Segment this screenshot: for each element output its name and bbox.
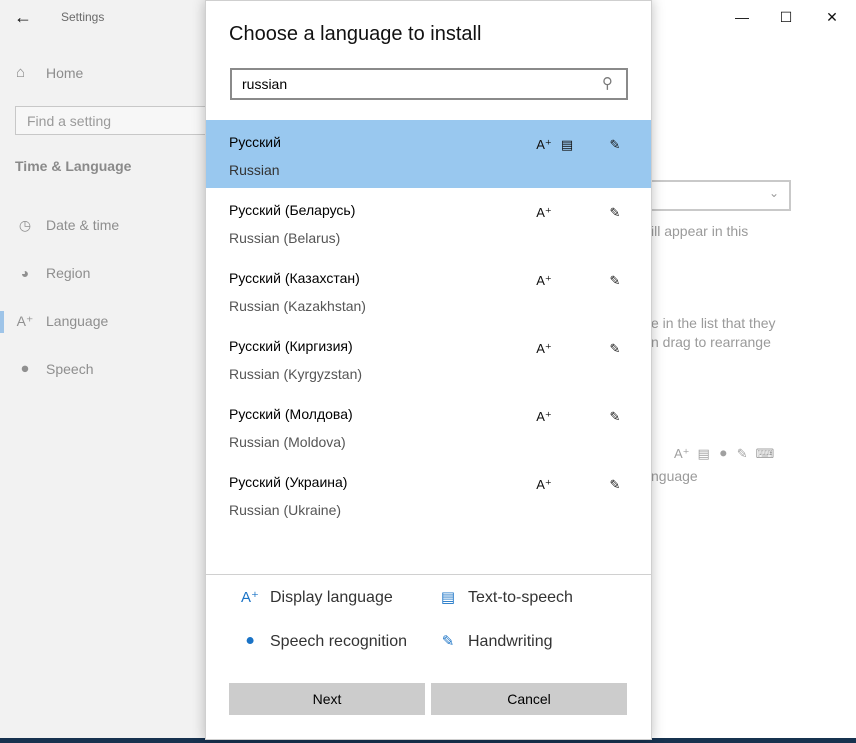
language-search-input[interactable]: russian ⚲ — [230, 68, 628, 100]
pen-icon: ✎ — [736, 446, 748, 461]
background-feature-icons: A⁺ ▤ ⚫ ✎ ⌨ — [674, 446, 774, 462]
language-results-list: Русский Russian A⁺ ▤ ✎ Русский (Беларусь… — [206, 120, 651, 528]
sidebar-item-date-time[interactable]: ◷ Date & time — [16, 216, 119, 234]
legend-speech-recognition: ⚫ Speech recognition — [241, 633, 407, 651]
monitor-icon: ▤ — [697, 446, 710, 461]
legend-display-language: A⁺ Display language — [241, 589, 393, 607]
english-name: Russian (Belarus) — [229, 230, 341, 246]
background-text: ill appear in this — [651, 223, 749, 239]
legend-text-to-speech: ▤ Text-to-speech — [439, 589, 573, 607]
microphone-icon: ⚫ — [19, 361, 31, 377]
background-text: n drag to rearrange — [651, 334, 771, 350]
legend-label: Display language — [270, 589, 393, 606]
english-name: Russian (Moldova) — [229, 434, 346, 450]
handwriting-icon: ✎ — [609, 409, 621, 424]
next-button[interactable]: Next — [229, 683, 425, 715]
list-item[interactable]: Русский (Молдова) Russian (Moldova) A⁺ ✎ — [206, 392, 651, 460]
choose-language-dialog: Choose a language to install russian ⚲ Р… — [205, 0, 652, 740]
list-item[interactable]: Русский (Казахстан) Russian (Kazakhstan)… — [206, 256, 651, 324]
native-name: Русский (Молдова) — [229, 406, 353, 422]
legend-handwriting: ✎ Handwriting — [439, 633, 553, 651]
background-dropdown[interactable]: ⌄ — [651, 180, 791, 211]
display-language-icon: A⁺ — [536, 137, 552, 152]
microphone-icon: ⚫ — [717, 446, 729, 461]
dialog-title: Choose a language to install — [229, 23, 482, 45]
list-item[interactable]: Русский (Беларусь) Russian (Belarus) A⁺ … — [206, 188, 651, 256]
native-name: Русский (Казахстан) — [229, 270, 360, 286]
list-item[interactable]: Русский (Киргизия) Russian (Kyrgyzstan) … — [206, 324, 651, 392]
sidebar-item-speech[interactable]: ⚫ Speech — [16, 360, 93, 378]
display-language-icon: A⁺ — [536, 477, 552, 492]
close-button[interactable]: ✕ — [812, 4, 852, 30]
legend-label: Speech recognition — [270, 633, 407, 650]
selected-indicator — [0, 311, 4, 333]
minimize-button[interactable]: — — [722, 4, 762, 30]
display-language-icon: A⁺ — [536, 273, 552, 288]
maximize-button[interactable]: ☐ — [766, 4, 806, 30]
list-item[interactable]: Русский Russian A⁺ ▤ ✎ — [206, 120, 651, 188]
display-language-icon: A⁺ — [536, 205, 552, 220]
english-name: Russian (Kyrgyzstan) — [229, 366, 363, 382]
search-icon[interactable]: ⚲ — [602, 75, 620, 93]
text-to-speech-icon: ▤ — [560, 137, 574, 152]
language-icon: A⁺ — [674, 446, 690, 461]
english-name: Russian (Ukraine) — [229, 502, 342, 518]
divider — [206, 574, 651, 575]
home-label: Home — [46, 65, 84, 81]
keyboard-icon: ⌨ — [755, 446, 775, 461]
english-name: Russian (Kazakhstan) — [229, 298, 366, 314]
handwriting-icon: ✎ — [609, 341, 621, 356]
find-setting-input[interactable]: Find a setting — [15, 106, 215, 135]
legend-label: Handwriting — [468, 633, 553, 650]
native-name: Русский (Украина) — [229, 474, 348, 490]
display-language-icon: A⁺ — [241, 589, 259, 606]
cancel-button[interactable]: Cancel — [431, 683, 627, 715]
sidebar-item-region[interactable]: ◕ Region — [16, 264, 91, 282]
globe-icon: ◕ — [20, 265, 30, 281]
background-text: e in the list that they — [651, 315, 776, 331]
microphone-icon: ⚫ — [243, 633, 257, 650]
display-language-icon: A⁺ — [536, 409, 552, 424]
text-to-speech-icon: ▤ — [440, 589, 456, 606]
native-name: Русский (Беларусь) — [229, 202, 356, 218]
sidebar-item-label: Language — [46, 313, 109, 329]
sidebar-item-label: Speech — [46, 361, 94, 377]
legend-label: Text-to-speech — [468, 589, 573, 606]
chevron-down-icon: ⌄ — [768, 186, 779, 200]
window-title: Settings — [61, 10, 105, 24]
language-icon: A⁺ — [16, 313, 34, 329]
back-arrow-icon[interactable]: ← — [10, 6, 36, 28]
list-item[interactable]: Русский (Украина) Russian (Ukraine) A⁺ ✎ — [206, 460, 651, 528]
search-value: russian — [242, 76, 288, 92]
handwriting-icon: ✎ — [441, 633, 455, 650]
handwriting-icon: ✎ — [609, 477, 621, 492]
calendar-clock-icon: ◷ — [18, 217, 32, 233]
display-language-icon: A⁺ — [536, 341, 552, 356]
native-name: Русский (Киргизия) — [229, 338, 353, 354]
home-icon: ⌂ — [16, 64, 26, 81]
background-text: nguage — [651, 468, 698, 484]
native-name: Русский — [229, 134, 281, 150]
english-name: Russian — [229, 162, 280, 178]
section-title: Time & Language — [15, 158, 132, 174]
sidebar-item-language[interactable]: A⁺ Language — [16, 312, 109, 330]
home-nav[interactable]: ⌂ Home — [16, 64, 83, 82]
handwriting-icon: ✎ — [609, 273, 621, 288]
sidebar-item-label: Date & time — [46, 217, 120, 233]
handwriting-icon: ✎ — [609, 205, 621, 220]
sidebar-item-label: Region — [46, 265, 91, 281]
handwriting-icon: ✎ — [609, 137, 621, 152]
